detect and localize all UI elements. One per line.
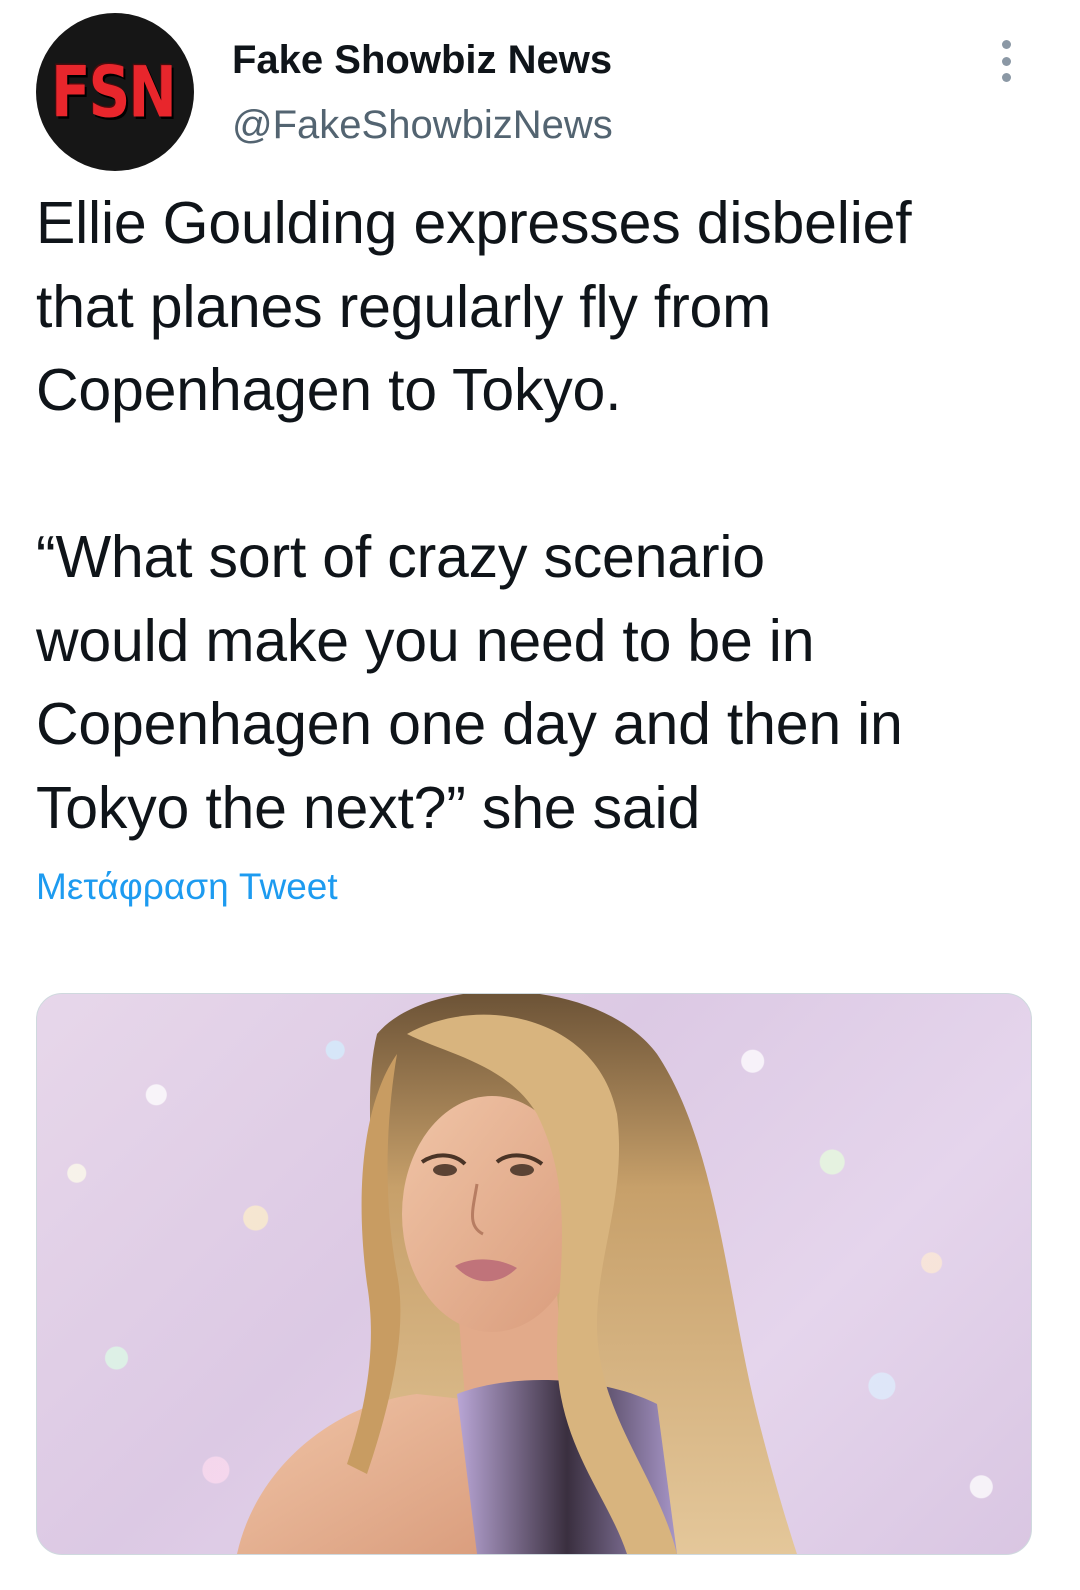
- translate-tweet-link[interactable]: Μετάφραση Tweet: [36, 866, 338, 908]
- tweet-text-paragraph: Ellie Goulding expresses disbelief that …: [36, 190, 912, 423]
- tweet-text-paragraph: “What sort of crazy scenario would make …: [36, 524, 903, 841]
- avatar-logo-text: FSN: [51, 50, 177, 134]
- more-horizontal-icon-dot: [1001, 73, 1011, 82]
- more-horizontal-icon-dot: [1001, 56, 1011, 66]
- tweet-media-photo[interactable]: [36, 993, 1032, 1555]
- avatar[interactable]: FSN: [36, 13, 194, 171]
- photo-illustration: [237, 994, 797, 1554]
- author-display-name[interactable]: Fake Showbiz News: [232, 38, 612, 83]
- tweet-text: Ellie Goulding expresses disbelief that …: [36, 182, 1046, 850]
- more-options-button[interactable]: [986, 36, 1026, 86]
- author-handle[interactable]: @FakeShowbizNews: [232, 103, 613, 148]
- more-horizontal-icon: [1001, 40, 1011, 49]
